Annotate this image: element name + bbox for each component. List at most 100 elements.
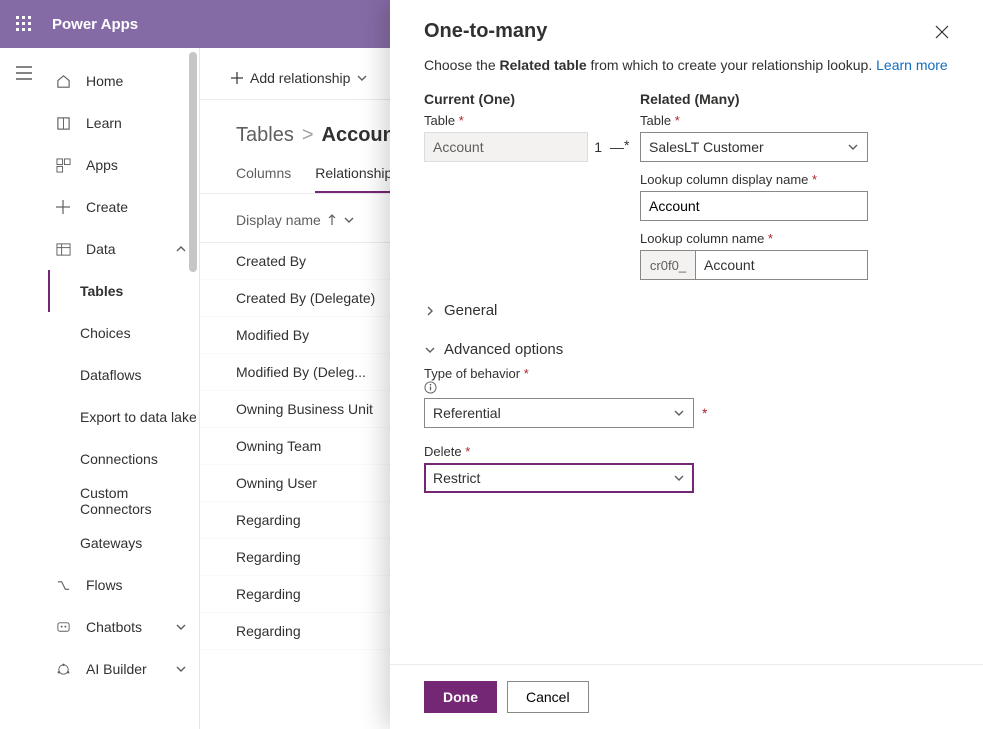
row-text: Owning User	[236, 475, 317, 491]
chevron-down-icon	[673, 472, 685, 484]
ai-icon	[54, 662, 72, 677]
nav-home[interactable]: Home	[48, 60, 199, 102]
tab-columns[interactable]: Columns	[236, 159, 291, 193]
lookup-display-value[interactable]	[649, 198, 859, 214]
desc-b: Related table	[500, 57, 587, 73]
nav-create-label: Create	[86, 199, 128, 215]
nav-apps[interactable]: Apps	[48, 144, 199, 186]
close-icon[interactable]	[935, 25, 949, 39]
row-text: Owning Business Unit	[236, 401, 373, 417]
cardinality-dash: —	[610, 139, 624, 155]
breadcrumb-tables[interactable]: Tables	[236, 124, 294, 147]
plus-icon	[54, 200, 72, 214]
nav-learn[interactable]: Learn	[48, 102, 199, 144]
nav-connections[interactable]: Connections	[48, 438, 199, 480]
lookup-name-input[interactable]: cr0f0_ Account	[640, 250, 868, 280]
nav-ai-builder[interactable]: AI Builder	[48, 648, 199, 690]
book-icon	[54, 116, 72, 131]
nav-tables-label: Tables	[80, 283, 123, 299]
nav-dataflows[interactable]: Dataflows	[48, 354, 199, 396]
chevron-right-icon	[424, 305, 436, 317]
panel-title: One-to-many	[424, 20, 547, 43]
panel-footer: Done Cancel	[390, 664, 983, 729]
nav-dataflows-label: Dataflows	[80, 367, 141, 383]
done-button[interactable]: Done	[424, 681, 497, 713]
current-table-value: Account	[433, 139, 484, 155]
hamburger-icon[interactable]	[16, 66, 32, 80]
nav-gateways[interactable]: Gateways	[48, 522, 199, 564]
row-text: Owning Team	[236, 438, 321, 454]
nav-export[interactable]: Export to data lake	[48, 396, 199, 438]
chevron-down-icon	[356, 72, 368, 84]
panel-desc: Choose the Related table from which to c…	[424, 57, 949, 73]
table-icon	[54, 242, 72, 257]
cancel-button[interactable]: Cancel	[507, 681, 589, 713]
nav-home-label: Home	[86, 73, 123, 89]
chevron-down-icon	[424, 344, 436, 356]
chatbot-icon	[54, 620, 72, 635]
add-relationship-button[interactable]: Add relationship	[250, 70, 350, 86]
related-table-value: SalesLT Customer	[649, 139, 764, 155]
behavior-select[interactable]: Referential	[424, 398, 694, 428]
row-text: Created By	[236, 253, 306, 269]
app-brand: Power Apps	[48, 16, 138, 33]
flow-icon	[54, 578, 72, 593]
nav-flows[interactable]: Flows	[48, 564, 199, 606]
lookup-name-label: Lookup column name	[640, 231, 949, 246]
waffle-icon[interactable]	[0, 0, 48, 48]
apps-icon	[54, 158, 72, 173]
nav-data-label: Data	[86, 241, 116, 257]
nav-tables[interactable]: Tables	[48, 270, 199, 312]
row-text: Modified By	[236, 327, 309, 343]
relationship-panel: One-to-many Choose the Related table fro…	[390, 0, 983, 729]
nav-learn-label: Learn	[86, 115, 122, 131]
related-table-select[interactable]: SalesLT Customer	[640, 132, 868, 162]
nav-chatbots[interactable]: Chatbots	[48, 606, 199, 648]
nav-export-label: Export to data lake	[80, 409, 197, 425]
advanced-section-toggle[interactable]: Advanced options	[424, 341, 949, 358]
related-heading: Related (Many)	[640, 91, 949, 107]
current-table-label: Table	[424, 113, 624, 128]
chevron-down-icon	[343, 214, 355, 226]
delete-label: Delete	[424, 444, 470, 459]
nav-custom-connectors[interactable]: Custom Connectors	[48, 480, 199, 522]
row-text: Regarding	[236, 512, 301, 528]
advanced-label: Advanced options	[444, 341, 563, 358]
delete-select[interactable]: Restrict	[424, 463, 694, 493]
nav-flows-label: Flows	[86, 577, 123, 593]
cardinality-star: *	[624, 137, 629, 153]
tab-columns-label: Columns	[236, 165, 291, 181]
learn-more-link[interactable]: Learn more	[876, 57, 948, 73]
related-table-label: Table	[640, 113, 949, 128]
sort-asc-icon	[327, 214, 337, 226]
nav-gateways-label: Gateways	[80, 535, 142, 551]
general-label: General	[444, 302, 497, 319]
nav-data[interactable]: Data	[48, 228, 199, 270]
breadcrumb-sep: >	[302, 124, 314, 147]
lookup-display-input[interactable]	[640, 191, 868, 221]
row-text: Modified By (Deleg...	[236, 364, 366, 380]
current-heading: Current (One)	[424, 91, 624, 107]
current-table-field: Account	[424, 132, 588, 162]
nav-choices-label: Choices	[80, 325, 131, 341]
tab-relationships[interactable]: Relationships	[315, 159, 399, 193]
lookup-name-value: Account	[704, 257, 755, 273]
home-icon	[54, 74, 72, 89]
left-nav: Home Learn Apps Create Data Tables Choic…	[0, 48, 200, 729]
nav-create[interactable]: Create	[48, 186, 199, 228]
behavior-value: Referential	[433, 405, 501, 421]
nav-scrollbar[interactable]	[185, 48, 199, 729]
nav-choices[interactable]: Choices	[48, 312, 199, 354]
chevron-down-icon	[847, 141, 859, 153]
general-section-toggle[interactable]: General	[424, 302, 949, 319]
delete-value: Restrict	[433, 470, 480, 486]
cardinality-one: 1	[594, 139, 602, 155]
desc-c: from which to create your relationship l…	[587, 57, 876, 73]
nav-custom-connectors-label: Custom Connectors	[80, 485, 199, 517]
plus-icon	[230, 71, 244, 85]
info-icon[interactable]	[424, 381, 949, 394]
cancel-button-label: Cancel	[526, 689, 570, 705]
row-text: Regarding	[236, 549, 301, 565]
row-text: Created By (Delegate)	[236, 290, 375, 306]
required-asterisk: *	[702, 405, 707, 421]
